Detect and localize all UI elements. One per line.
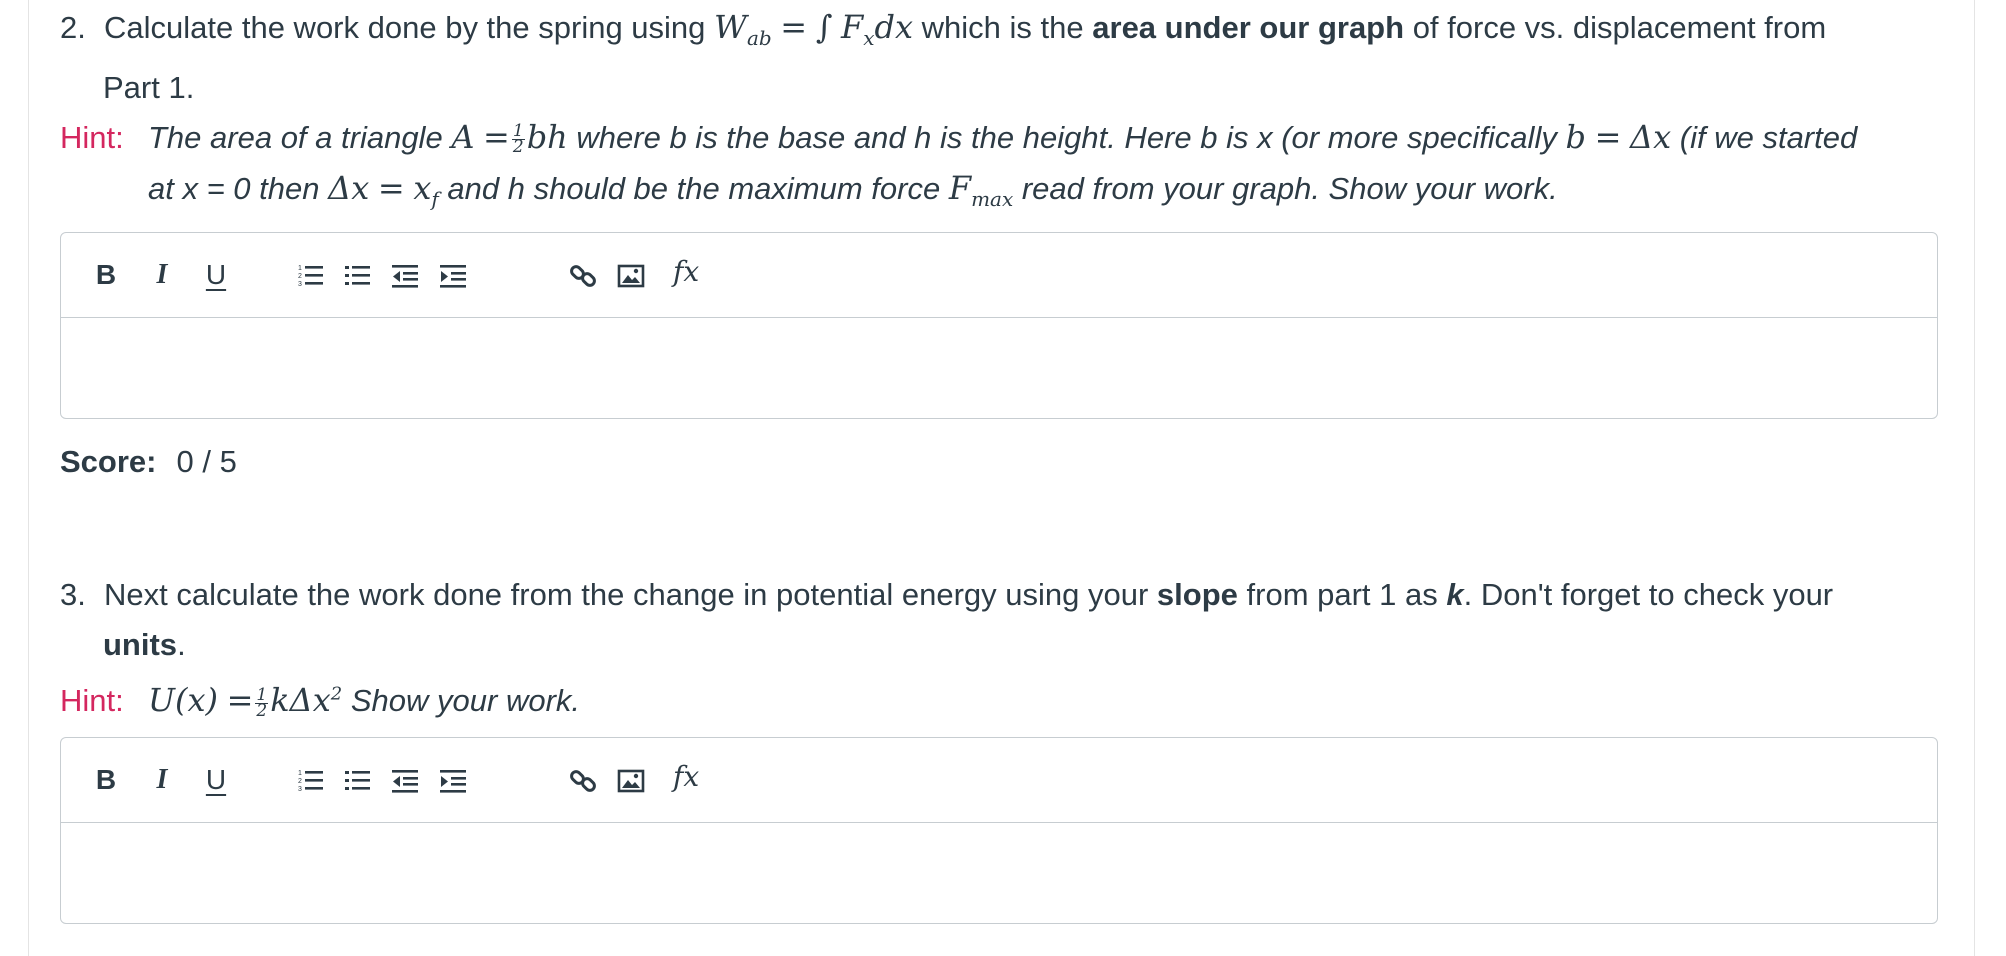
question-text: units. [103,627,186,662]
indent-icon[interactable] [439,262,467,290]
ordered-list-icon[interactable]: 1 2 3 [297,262,325,290]
score-q2: Score: 0 / 5 [60,444,237,480]
math-F-sub: x [863,26,875,51]
math-b: b [1565,118,1586,156]
math-x: x [413,169,432,207]
svg-text:1: 1 [298,265,302,272]
fraction: 12 [511,121,525,158]
answer-editor-q3: B I U 1 2 3 fx [60,737,1938,924]
question-3-text: 3. Next calculate the work done from the … [60,570,1960,670]
editor-toolbar: B I U 1 2 3 fx [61,738,1937,823]
formula-icon[interactable]: fx [673,255,699,288]
hint-3: Hint: U(x) = 1 2 kΔx2 Show your work. [60,670,1960,726]
unordered-list-icon[interactable] [344,767,372,795]
math-k-delta-x: kΔx [270,681,331,720]
hint-text: The area of a triangle A = 1 2 bh where b i… [148,118,1858,158]
question-text: Calculate the work done by the spring us… [104,10,706,45]
ordered-list-icon[interactable]: 1 2 3 [297,767,325,795]
unordered-list-icon[interactable] [344,262,372,290]
hint-2: Hint: The area of a triangle A = 1 2 bh wher… [60,112,1960,224]
math-eq: = [1594,118,1622,156]
indent-icon[interactable] [439,767,467,795]
question-text: Part 1. [103,70,195,106]
image-icon[interactable] [617,767,645,795]
underline-button[interactable]: U [201,762,231,798]
hint-label: Hint: [60,120,124,155]
svg-text:3: 3 [298,786,302,793]
underline-button[interactable]: U [201,257,231,293]
link-icon[interactable] [569,262,597,290]
hint-label: Hint: [60,683,124,719]
question-text: Next calculate the work done from the ch… [104,577,1149,612]
bold-text: area under our graph [1092,10,1405,45]
svg-text:2: 2 [298,273,302,280]
bold-button[interactable]: B [91,762,121,798]
math-U: U(x) [148,681,218,720]
math-A: A [451,118,475,156]
math-eq: = [377,169,405,207]
fraction: 12 [255,684,269,721]
bold-k: k [1446,577,1464,612]
answer-editor-q2: B I U 1 2 3 fx [60,232,1938,419]
italic-button[interactable]: I [147,762,177,798]
question-number: 3. [60,577,86,612]
bold-text: slope [1156,577,1238,612]
math-bh: bh [526,118,568,156]
editor-toolbar: B I U 1 2 3 fx [61,233,1937,318]
question-text: of force vs. displacement from [1412,10,1827,45]
question-text: . Don't forget to check your [1463,577,1834,612]
score-value: 0 / 5 [176,444,237,479]
math-delta-x: Δx [1630,118,1672,156]
outdent-icon[interactable] [391,767,419,795]
formula-icon[interactable]: fx [673,760,699,793]
rich-text-input[interactable] [61,823,1937,923]
question-2-text: 2. Calculate the work done by the spring … [60,2,1960,113]
score-label: Score: [60,444,157,479]
image-icon[interactable] [617,262,645,290]
italic-button[interactable]: I [147,257,177,293]
math-eq: = [483,118,510,156]
math-delta-x: Δx [328,169,370,207]
math-F: F [841,8,864,46]
hint-text: U(x) = 1 2 kΔx2 Show your work. [148,681,581,721]
math-W: W [714,8,747,46]
bold-button[interactable]: B [91,257,121,293]
svg-text:2: 2 [298,778,302,785]
svg-text:1: 1 [298,770,302,777]
math-dx: dx [874,8,914,46]
hint-text: at x = 0 then Δx = xf and h should be th… [148,169,1558,212]
question-text: from part 1 as [1246,577,1438,612]
math-W-sub: ab [746,26,772,51]
math-eq: = [226,681,254,720]
math-integral: ∫ [815,8,833,46]
math-F: F [948,169,972,207]
math-eq: = [780,8,808,46]
rich-text-input[interactable] [61,318,1937,418]
outdent-icon[interactable] [391,262,419,290]
question-text: which is the [921,10,1084,45]
link-icon[interactable] [569,767,597,795]
question-number: 2. [60,10,86,45]
svg-text:3: 3 [298,281,302,288]
